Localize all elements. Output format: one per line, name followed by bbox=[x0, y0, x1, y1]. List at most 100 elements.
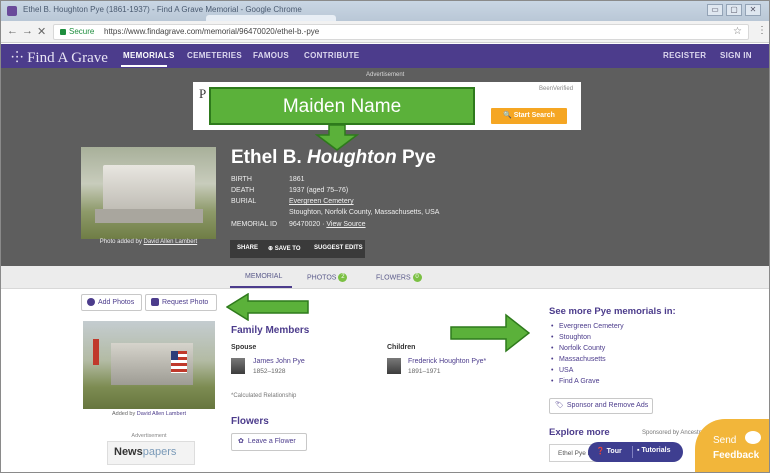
callout-down-arrow-icon bbox=[315, 125, 359, 151]
ad-brand: BeenVerified bbox=[539, 86, 574, 92]
add-icon bbox=[87, 298, 95, 307]
newspapers-ad[interactable]: Newspapers bbox=[107, 441, 195, 465]
view-source-link[interactable]: View Source bbox=[326, 221, 365, 228]
ad-button-label: Start Search bbox=[513, 112, 555, 119]
bookmark-star-icon[interactable]: ☆ bbox=[733, 26, 742, 37]
added-by-author[interactable]: David Allen Lambert bbox=[137, 411, 186, 417]
tutorials-button[interactable]: ▪ Tutorials bbox=[637, 447, 670, 454]
spouse-thumbnail[interactable] bbox=[231, 358, 245, 374]
feedback-send-label: Send bbox=[713, 435, 737, 446]
tab-photos-label: PHOTOS bbox=[307, 274, 337, 282]
callout-left-arrow-icon bbox=[226, 293, 309, 321]
family-members-title: Family Members bbox=[231, 325, 310, 336]
memorial-tabs: MEMORIAL PHOTOS 2 FLOWERS 0 bbox=[1, 266, 769, 289]
more-link-norfolk-county[interactable]: Norfolk County bbox=[551, 345, 605, 352]
more-link-massachusetts[interactable]: Massachusetts bbox=[551, 356, 606, 363]
share-button[interactable]: SHARE bbox=[237, 245, 258, 251]
memorial-action-bar: SHARE ⊕ SAVE TO SUGGEST EDITS bbox=[230, 240, 365, 258]
tab-photos[interactable]: PHOTOS 2 bbox=[307, 273, 348, 282]
close-button[interactable]: ✕ bbox=[745, 4, 761, 16]
url-text: https://www.findagrave.com/memorial/9647… bbox=[104, 27, 320, 36]
more-link-find-a-grave[interactable]: Find A Grave bbox=[551, 378, 600, 385]
nav-memorials[interactable]: MEMORIALS bbox=[123, 51, 175, 60]
tour-button[interactable]: ❓ Tour bbox=[596, 447, 622, 455]
tab-active-indicator bbox=[230, 286, 292, 288]
leave-flower-button[interactable]: ✿ Leave a Flower bbox=[231, 433, 307, 451]
tab-memorial[interactable]: MEMORIAL bbox=[245, 273, 282, 280]
ad-start-search-button[interactable]: 🔍 Start Search bbox=[491, 108, 567, 124]
flowers-title: Flowers bbox=[231, 416, 269, 427]
spouse-name-link[interactable]: James John Pye bbox=[253, 358, 305, 365]
secure-label: Secure bbox=[69, 27, 95, 36]
nav-famous[interactable]: FAMOUS bbox=[253, 51, 289, 60]
callout-right-arrow-icon bbox=[450, 313, 530, 353]
headstone-image bbox=[103, 165, 195, 213]
burial-label: BURIAL bbox=[231, 198, 257, 205]
sponsor-button-label: Sponsor and Remove Ads bbox=[566, 402, 649, 409]
more-link-stoughton[interactable]: Stoughton bbox=[551, 334, 591, 341]
request-photo-button[interactable]: Request Photo bbox=[145, 294, 217, 311]
red-flag-image bbox=[93, 339, 99, 365]
burial-location: Stoughton, Norfolk County, Massachusetts… bbox=[289, 209, 440, 216]
tutorials-label: Tutorials bbox=[641, 447, 671, 454]
add-photos-label: Add Photos bbox=[98, 299, 135, 306]
photos-count-badge: 2 bbox=[338, 273, 348, 282]
birth-value: 1861 bbox=[289, 176, 305, 183]
child-thumbnail[interactable] bbox=[387, 358, 401, 374]
sponsor-remove-ads-button[interactable]: 🏷 Sponsor and Remove Ads bbox=[549, 398, 653, 414]
newspapers-logo-b: papers bbox=[142, 446, 177, 458]
maximize-button[interactable]: ▢ bbox=[726, 4, 742, 16]
us-flag-canton-image bbox=[171, 351, 178, 360]
nav-cemeteries[interactable]: CEMETERIES bbox=[187, 51, 242, 60]
camera-icon bbox=[151, 298, 159, 307]
death-value: 1937 (aged 75–76) bbox=[289, 187, 349, 194]
child-dates: 1891–1971 bbox=[408, 368, 441, 375]
grave-photo[interactable] bbox=[83, 321, 215, 409]
memorial-id-label: MEMORIAL ID bbox=[231, 221, 278, 228]
feedback-label: Feedback bbox=[713, 450, 760, 461]
memorial-photo[interactable] bbox=[81, 147, 216, 239]
photo-caption-author[interactable]: David Allen Lambert bbox=[144, 239, 198, 245]
forward-icon[interactable]: → bbox=[22, 25, 33, 37]
minimize-button[interactable]: ▭ bbox=[707, 4, 723, 16]
death-label: DEATH bbox=[231, 187, 255, 194]
maiden-name-callout: Maiden Name bbox=[209, 87, 475, 125]
ad-headline-letter: P bbox=[199, 86, 207, 101]
spouse-label: Spouse bbox=[231, 344, 257, 351]
memorial-id-value: 96470020 · View Source bbox=[289, 221, 366, 228]
suggest-edits-button[interactable]: SUGGEST EDITS bbox=[314, 245, 363, 251]
tab-flowers-label: FLOWERS bbox=[376, 274, 411, 282]
add-photos-button[interactable]: Add Photos bbox=[81, 294, 142, 311]
address-bar-row: ← → ✕ Secure https://www.findagrave.com/… bbox=[1, 21, 769, 43]
advertisement-label: Advertisement bbox=[366, 72, 405, 78]
spouse-dates: 1852–1928 bbox=[253, 368, 286, 375]
child-name-link[interactable]: Frederick Houghton Pye* bbox=[408, 358, 486, 365]
photo-caption: Photo added by David Allen Lambert bbox=[81, 239, 216, 245]
site-logo[interactable]: ⸭ Find A Grave bbox=[11, 47, 108, 67]
browser-window: Ethel B. Houghton Pye (1861-1937) - Find… bbox=[0, 0, 770, 473]
save-to-button[interactable]: ⊕ SAVE TO bbox=[268, 245, 301, 252]
reload-icon[interactable]: ✕ bbox=[37, 25, 46, 38]
photo-caption-prefix: Photo added by bbox=[99, 239, 142, 245]
explore-more-title: Explore more bbox=[549, 427, 610, 438]
maiden-name-callout-text: Maiden Name bbox=[282, 96, 402, 117]
tab-flowers[interactable]: FLOWERS 0 bbox=[376, 273, 422, 282]
favicon-icon bbox=[7, 6, 17, 16]
back-icon[interactable]: ← bbox=[7, 25, 18, 37]
logo-text: Find A Grave bbox=[27, 50, 108, 66]
more-link-evergreen-cemetery[interactable]: Evergreen Cemetery bbox=[551, 323, 624, 330]
left-advertisement-label: Advertisement bbox=[131, 433, 167, 439]
burial-cemetery-link[interactable]: Evergreen Cemetery bbox=[289, 198, 354, 205]
send-feedback-button[interactable]: Send Feedback bbox=[695, 419, 769, 472]
see-more-title: See more Pye memorials in: bbox=[549, 306, 676, 317]
children-label: Children bbox=[387, 344, 416, 351]
sign-in-link[interactable]: SIGN IN bbox=[720, 51, 752, 60]
tour-label: Tour bbox=[606, 448, 622, 455]
request-photo-label: Request Photo bbox=[162, 299, 209, 306]
register-link[interactable]: REGISTER bbox=[663, 51, 706, 60]
calculated-relationship-note: *Calculated Relationship bbox=[231, 393, 297, 399]
browser-menu-icon[interactable]: ⋮ bbox=[757, 25, 767, 36]
more-link-usa[interactable]: USA bbox=[551, 367, 574, 374]
url-input[interactable]: Secure https://www.findagrave.com/memori… bbox=[53, 24, 749, 40]
nav-contribute[interactable]: CONTRIBUTE bbox=[304, 51, 359, 60]
